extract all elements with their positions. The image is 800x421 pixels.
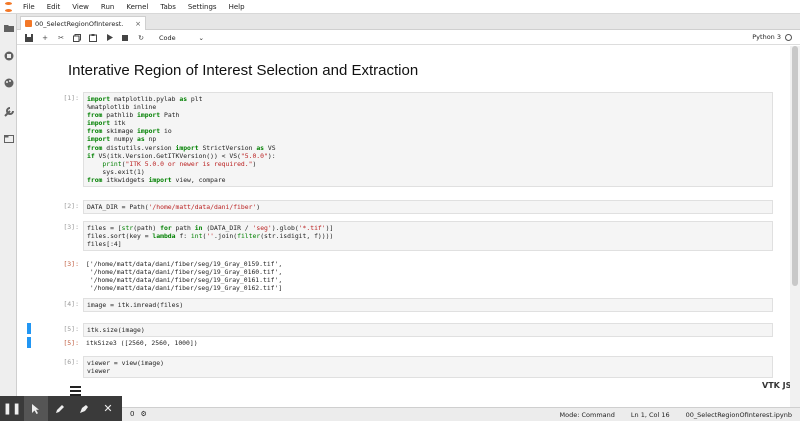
code-line: image = itk.imread(files) [87,301,184,309]
screenshot-toolbar: ❚❚ ✕ [0,396,122,421]
status-mode: Mode: Command [559,410,615,419]
input-prompt: [1]: [63,94,79,102]
code-line: ['/home/matt/data/dani/fiber/seg/19_Gray… [86,260,283,268]
code-line: files.sort(key = lambda f: int(''.join(f… [87,232,334,241]
menu-item[interactable]: Help [223,0,251,14]
code-line: print("ITK 5.0.0 or newer is required.") [102,159,257,168]
close-icon[interactable]: × [135,20,141,28]
running-icon[interactable] [3,50,14,61]
kernel-status-icon [785,33,792,41]
code-line: '/home/matt/data/dani/fiber/seg/19_Gray_… [86,268,283,277]
code-cell[interactable]: files = [str(path) for path in (DATA_DIR… [83,221,773,252]
code-line: '/home/matt/data/dani/fiber/seg/19_Gray_… [86,276,283,285]
tab-bar: 00_SelectRegionOfInterest. × [17,14,800,30]
wrench-icon[interactable] [3,106,14,117]
terminal-count: 0 [130,410,135,418]
menu-item[interactable]: File [17,0,41,14]
code-cell[interactable]: DATA_DIR = Path('/home/matt/data/dani/fi… [83,200,773,215]
notebook-toolbar: + ✂ ↻ Code ⌄ Python 3 [17,31,800,45]
paste-icon[interactable] [87,32,99,44]
code-line: import matplotlib.pylab as plt [87,95,203,103]
cell-output: ['/home/matt/data/dani/fiber/seg/19_Gray… [83,258,773,294]
input-prompt: [3]: [63,223,79,231]
notebook-panel: Interative Region of Interest Selection … [17,46,800,407]
chevron-down-icon: ⌄ [198,33,204,42]
status-left: 0 ⚙ [130,410,147,418]
code-line: import numpy as np [87,135,157,144]
output-prompt: [5]: [63,339,79,347]
active-cell-bar [27,323,31,334]
pointer-icon[interactable] [24,396,48,421]
code-line: from distutils.version import StrictVers… [87,143,276,152]
code-line: %matplotlib inline [87,103,157,112]
run-icon[interactable] [103,32,115,44]
kernel-indicator[interactable]: Python 3 [752,33,792,41]
active-cell-bar [27,337,31,348]
input-prompt: [2]: [63,202,79,210]
code-line: sys.exit(1) [87,167,145,176]
code-line: files = [str(path) for path in (DATA_DIR… [87,224,334,232]
menu-item[interactable]: View [66,0,95,14]
menu-item[interactable]: Run [95,0,120,14]
cell-type-value: Code [159,33,176,42]
pause-icon[interactable]: ❚❚ [0,396,24,421]
notebook-title: Interative Region of Interest Selection … [68,62,419,79]
output-prompt: [3]: [63,260,79,268]
code-line: from skimage import io [87,127,172,136]
cell-type-select[interactable]: Code ⌄ [159,34,204,42]
input-prompt: [4]: [63,300,79,308]
code-cell[interactable]: itk.size(image) [83,323,773,338]
menu-list: File Edit View Run Kernel Tabs Settings Help [17,0,251,14]
code-line: itk.size(image) [87,326,145,334]
scrollbar[interactable] [790,46,800,407]
stop-icon[interactable] [119,32,131,44]
code-line: import itk [87,119,126,128]
tab-label: 00_SelectRegionOfInterest. [35,19,124,28]
input-prompt: [5]: [63,325,79,333]
palette-icon[interactable] [3,77,14,88]
menu-bar: File Edit View Run Kernel Tabs Settings Help [0,0,800,14]
code-line: '/home/matt/data/dani/fiber/seg/19_Gray_… [86,284,283,293]
cell-output: itkSize3 ([2560, 2560, 1000]) [83,337,773,349]
code-line: from itkwidgets import view, compare [87,175,226,184]
gear-icon[interactable]: ⚙ [140,410,146,418]
menu-item[interactable]: Kernel [120,0,154,14]
code-line: viewer [87,367,111,376]
code-cell[interactable]: import matplotlib.pylab as plt %matplotli… [83,92,773,188]
input-prompt: [6]: [63,358,79,366]
code-line: viewer = view(image) [87,359,164,367]
copy-icon[interactable] [71,32,83,44]
save-icon[interactable] [23,32,35,44]
code-cell[interactable]: image = itk.imread(files) [83,298,773,313]
menu-item[interactable]: Edit [41,0,67,14]
code-line: files[:4] [87,240,122,249]
jupyter-logo-icon [0,0,17,14]
highlighter-icon[interactable] [72,396,96,421]
notebook-tab[interactable]: 00_SelectRegionOfInterest. × [20,16,146,30]
code-line: itkSize3 ([2560, 2560, 1000]) [86,339,198,347]
restart-icon[interactable]: ↻ [135,32,147,44]
code-line: from pathlib import Path [87,111,180,120]
folder-icon[interactable] [3,22,14,33]
code-line: DATA_DIR = Path('/home/matt/data/dani/fi… [87,203,261,211]
status-position[interactable]: Ln 1, Col 16 [631,411,670,419]
left-sidebar [0,14,17,407]
code-cell[interactable]: viewer = view(image) viewer [83,356,773,379]
notebook-icon [25,20,32,27]
pen-icon[interactable] [48,396,72,421]
close-toolbar-icon[interactable]: ✕ [96,396,120,421]
menu-item[interactable]: Settings [182,0,223,14]
code-line: if VS(itk.Version.GetITKVersion()) < VS(… [87,151,276,160]
kernel-name: Python 3 [752,33,781,41]
menu-item[interactable]: Tabs [154,0,182,14]
cut-icon[interactable]: ✂ [55,32,67,44]
tabs-icon[interactable] [3,133,14,144]
scrollbar-thumb[interactable] [792,46,798,286]
status-file: 00_SelectRegionOfInterest.ipynb [685,410,792,419]
vtk-logo: VTK JS [762,381,792,390]
add-cell-icon[interactable]: + [39,32,51,44]
